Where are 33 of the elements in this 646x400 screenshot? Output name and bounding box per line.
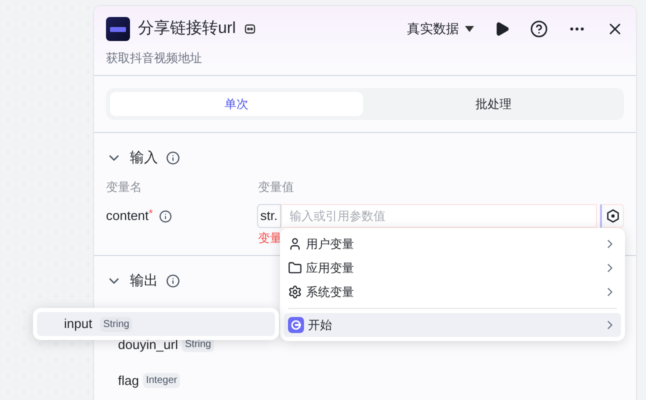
- help-icon[interactable]: [530, 20, 548, 38]
- output-name: flag: [118, 372, 139, 390]
- info-icon[interactable]: [166, 274, 180, 288]
- start-node-icon: [288, 317, 304, 333]
- play-icon[interactable]: [494, 21, 510, 37]
- required-mark: *: [148, 207, 153, 222]
- section-title: 输入: [130, 148, 158, 167]
- data-source-dropdown[interactable]: 真实数据: [407, 19, 474, 39]
- column-header: 变量值: [258, 179, 294, 196]
- node-title: 分享链接转url: [138, 18, 236, 39]
- section-title: 输出: [130, 271, 158, 290]
- submenu-item[interactable]: input String: [37, 312, 275, 336]
- app-logo-icon: [106, 17, 130, 41]
- caret-icon: [465, 26, 474, 32]
- param-name: content: [106, 207, 149, 226]
- tab[interactable]: 批处理: [367, 92, 620, 116]
- column-header: 变量名: [106, 179, 143, 196]
- folder-icon: [288, 261, 302, 275]
- menu-item[interactable]: 系统变量: [284, 280, 621, 304]
- tab[interactable]: 单次: [110, 92, 363, 116]
- menu-item[interactable]: 开始: [284, 313, 621, 337]
- node-description: 获取抖音视频地址: [106, 50, 203, 67]
- menu-item[interactable]: 用户变量: [284, 232, 621, 256]
- robot-icon[interactable]: [244, 23, 256, 35]
- gear-icon: [288, 285, 302, 299]
- output-name: douyin_url: [118, 336, 178, 354]
- value-input-field[interactable]: 输入或引用参数值: [280, 204, 598, 228]
- info-icon[interactable]: [158, 210, 172, 222]
- user-icon: [288, 237, 302, 251]
- menu-item[interactable]: 应用变量: [284, 256, 621, 280]
- error-text: 变量: [258, 230, 282, 247]
- info-icon[interactable]: [166, 150, 180, 164]
- type-tag: Integer: [142, 372, 180, 388]
